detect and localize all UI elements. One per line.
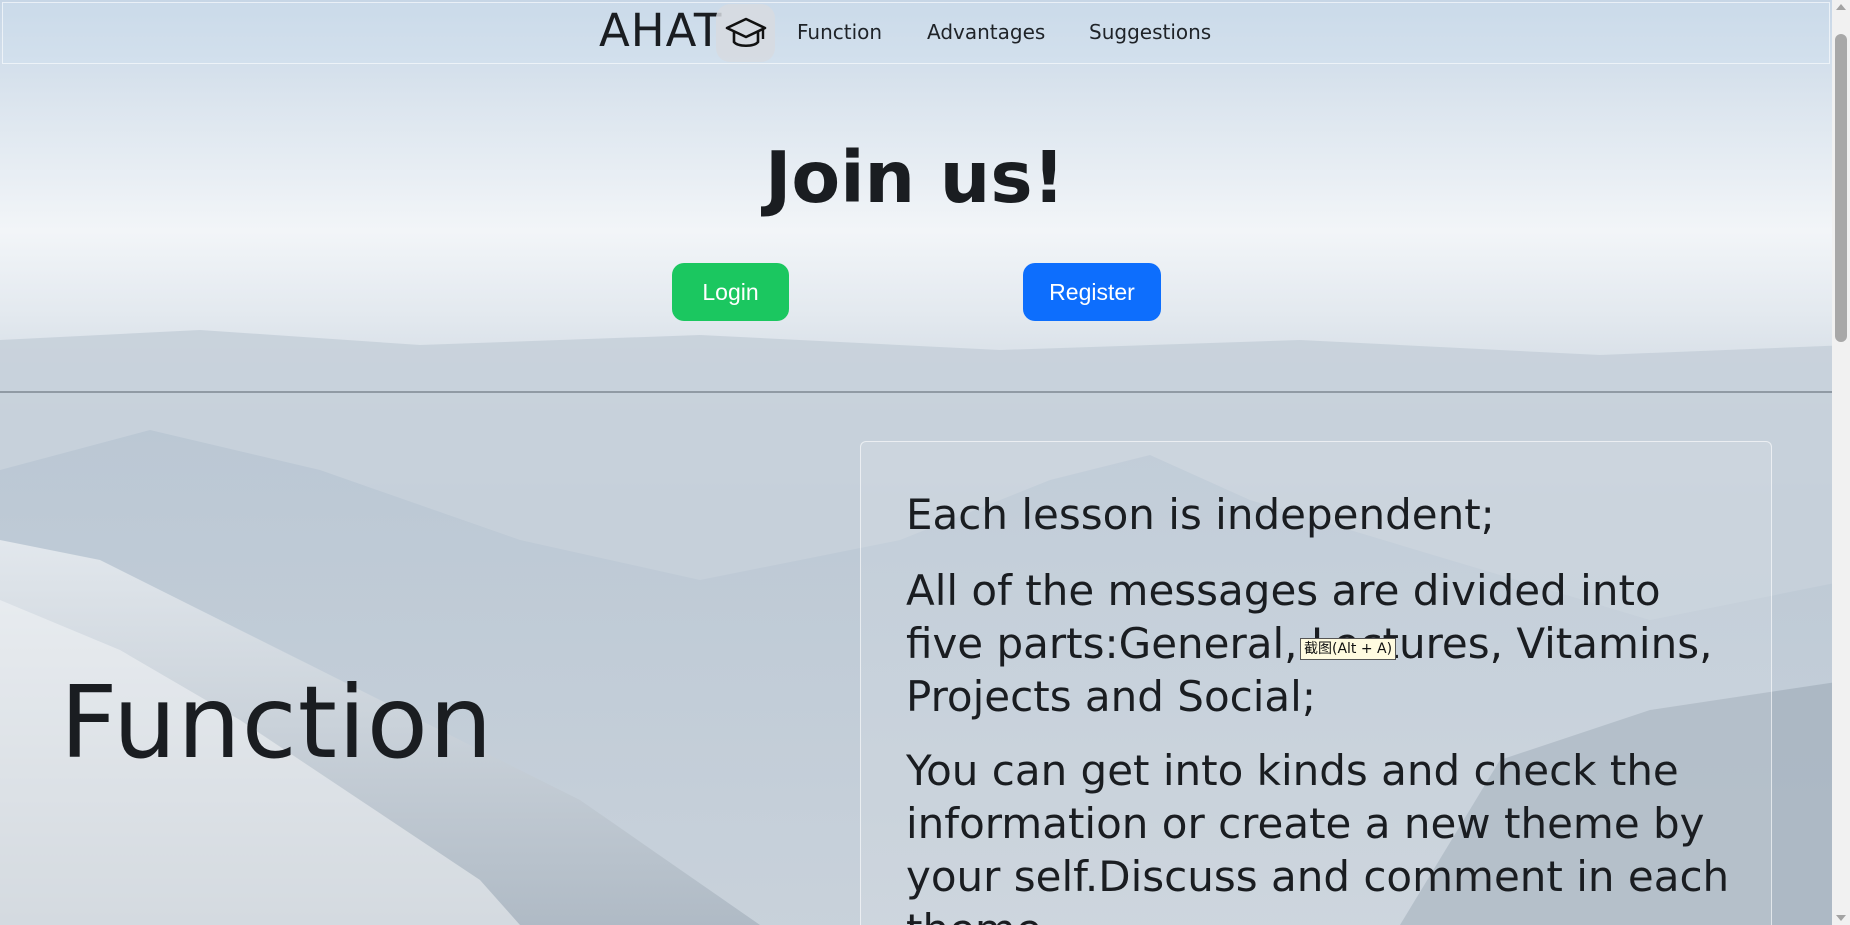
scroll-down-arrow-icon[interactable] <box>1836 915 1846 921</box>
scroll-up-arrow-icon[interactable] <box>1836 4 1846 10</box>
nav-link-function[interactable]: Function <box>797 20 882 44</box>
hero-title: Join us! <box>765 136 1065 219</box>
page: AHAT Function Advantages Suggestions Joi… <box>0 0 1832 925</box>
register-button[interactable]: Register <box>1023 263 1161 321</box>
nav-link-suggestions[interactable]: Suggestions <box>1089 20 1211 44</box>
section-divider <box>0 391 1832 393</box>
graduation-cap-icon[interactable] <box>716 4 775 62</box>
screenshot-tooltip: 截图(Alt + A) <box>1300 638 1397 660</box>
navbar <box>2 2 1830 64</box>
nav-link-advantages[interactable]: Advantages <box>927 20 1045 44</box>
brand-name[interactable]: AHAT <box>599 4 722 57</box>
function-paragraph: Each lesson is independent; <box>906 490 1495 539</box>
function-paragraph: You can get into kinds and check the inf… <box>906 746 1730 925</box>
login-button[interactable]: Login <box>672 263 789 321</box>
vertical-scrollbar[interactable] <box>1832 0 1850 925</box>
scroll-thumb[interactable] <box>1835 34 1847 342</box>
function-section-title: Function <box>60 664 494 781</box>
